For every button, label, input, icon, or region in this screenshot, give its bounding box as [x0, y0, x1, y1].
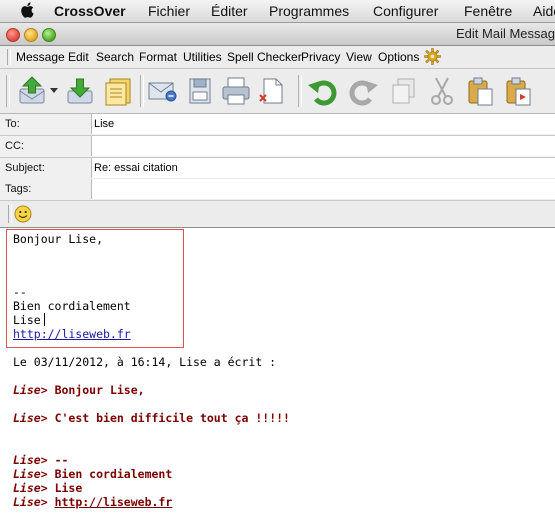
menu-edit[interactable]: Edit	[68, 50, 89, 64]
copy-icon[interactable]	[388, 75, 420, 107]
subject-row: Subject: Re: essai citation	[0, 158, 555, 180]
menu-format[interactable]: Format	[139, 50, 177, 64]
dropdown-arrow-icon[interactable]	[50, 88, 58, 94]
to-label: To:	[5, 118, 20, 130]
email-icon[interactable]	[146, 75, 178, 107]
cut-icon[interactable]	[426, 75, 458, 107]
cc-label: CC:	[5, 140, 24, 152]
menu-crossover[interactable]: CrossOver	[54, 3, 126, 19]
quote-line: Lise> C'est bien difficile tout ça !!!!!	[13, 411, 290, 425]
paste-icon[interactable]	[464, 75, 496, 107]
signature-name-line: Lise	[13, 313, 45, 327]
tags-label: Tags:	[5, 183, 32, 195]
close-window-button[interactable]	[6, 28, 20, 42]
cc-row: CC:	[0, 136, 555, 158]
toolbar	[0, 69, 555, 114]
smiley-icon[interactable]	[14, 205, 32, 223]
minimize-window-button[interactable]	[24, 28, 38, 42]
attach-icon[interactable]	[256, 75, 288, 107]
window-title-bar: Edit Mail Message	[0, 23, 555, 46]
menu-utilities[interactable]: Utilities	[183, 50, 222, 64]
toolbar-separator	[140, 75, 144, 107]
menu-spell-checker[interactable]: Spell Checker	[227, 50, 302, 64]
menu-grip	[7, 49, 11, 65]
quote-prefix: Lise>	[13, 453, 48, 467]
to-field[interactable]: Lise	[91, 114, 555, 134]
quote-line: Lise> --	[13, 453, 68, 467]
menu-privacy[interactable]: Privacy	[301, 50, 340, 64]
paste-quote-icon[interactable]	[502, 75, 534, 107]
redo-icon[interactable]	[348, 75, 380, 107]
quote-text: --	[54, 453, 69, 467]
greeting-line: Bonjour Lise,	[13, 232, 104, 246]
quote-link[interactable]: http://liseweb.fr	[55, 495, 173, 509]
quote-prefix: Lise>	[13, 411, 48, 425]
save-icon[interactable]	[64, 75, 96, 107]
quote-text: Bonjour Lise,	[54, 383, 145, 397]
to-row: To: Lise	[0, 114, 555, 136]
menu-search[interactable]: Search	[96, 50, 134, 64]
gear-icon[interactable]	[424, 48, 441, 65]
menu-fenetre[interactable]: Fenêtre	[464, 3, 512, 19]
mac-menu-bar: CrossOver Fichier Éditer Programmes Conf…	[0, 0, 555, 23]
text-caret	[43, 313, 45, 326]
zoom-window-button[interactable]	[42, 28, 56, 42]
apple-logo-icon[interactable]	[20, 2, 34, 18]
cc-field[interactable]	[91, 136, 555, 156]
signature-separator: --	[13, 285, 27, 299]
emoji-bar-grip	[8, 205, 12, 223]
tags-field[interactable]	[91, 179, 555, 199]
menu-fichier[interactable]: Fichier	[148, 3, 190, 19]
menu-configurer[interactable]: Configurer	[373, 3, 438, 19]
quote-text: Lise	[54, 481, 83, 495]
signature-line: Bien cordialement	[13, 299, 131, 313]
subject-field[interactable]: Re: essai citation	[91, 158, 555, 178]
quote-prefix: Lise>	[13, 495, 48, 509]
quote-line: Lise> http://liseweb.fr	[13, 495, 172, 509]
signature-link[interactable]: http://liseweb.fr	[13, 327, 131, 341]
quote-prefix: Lise>	[13, 481, 48, 495]
tags-row: Tags:	[0, 179, 555, 201]
quote-text: C'est bien difficile tout ça !!!!!	[54, 411, 290, 425]
quote-line: Lise> Bien cordialement	[13, 467, 172, 481]
quote-prefix: Lise>	[13, 467, 48, 481]
send-icon[interactable]	[16, 75, 48, 107]
emoji-bar	[0, 201, 555, 228]
save-draft-icon[interactable]	[184, 75, 216, 107]
signature-name: Lise	[13, 313, 41, 327]
subject-label: Subject:	[5, 162, 45, 174]
menu-editer[interactable]: Éditer	[211, 3, 248, 19]
subject-value: Re: essai citation	[94, 162, 178, 174]
to-value: Lise	[94, 118, 115, 130]
quote-line: Lise> Bonjour Lise,	[13, 383, 145, 397]
toolbar-separator	[298, 75, 302, 107]
toolbar-grip	[6, 75, 10, 107]
undo-icon[interactable]	[306, 75, 338, 107]
menu-aide[interactable]: Aide	[533, 3, 555, 19]
menu-programmes[interactable]: Programmes	[269, 3, 349, 19]
window-title: Edit Mail Message	[456, 26, 555, 41]
print-icon[interactable]	[220, 75, 252, 107]
quote-prefix: Lise>	[13, 383, 48, 397]
quote-line: Lise> Lise	[13, 481, 82, 495]
message-body[interactable]: Bonjour Lise, -- Bien cordialement Lise …	[0, 228, 555, 530]
app-menu-bar: Message Edit Search Format Utilities Spe…	[0, 46, 555, 69]
menu-view[interactable]: View	[346, 50, 372, 64]
attribution-line: Le 03/11/2012, à 16:14, Lise a écrit :	[13, 355, 277, 369]
menu-message[interactable]: Message	[16, 50, 65, 64]
address-book-icon[interactable]	[102, 75, 134, 107]
quote-text: Bien cordialement	[54, 467, 173, 481]
menu-options[interactable]: Options	[378, 50, 419, 64]
